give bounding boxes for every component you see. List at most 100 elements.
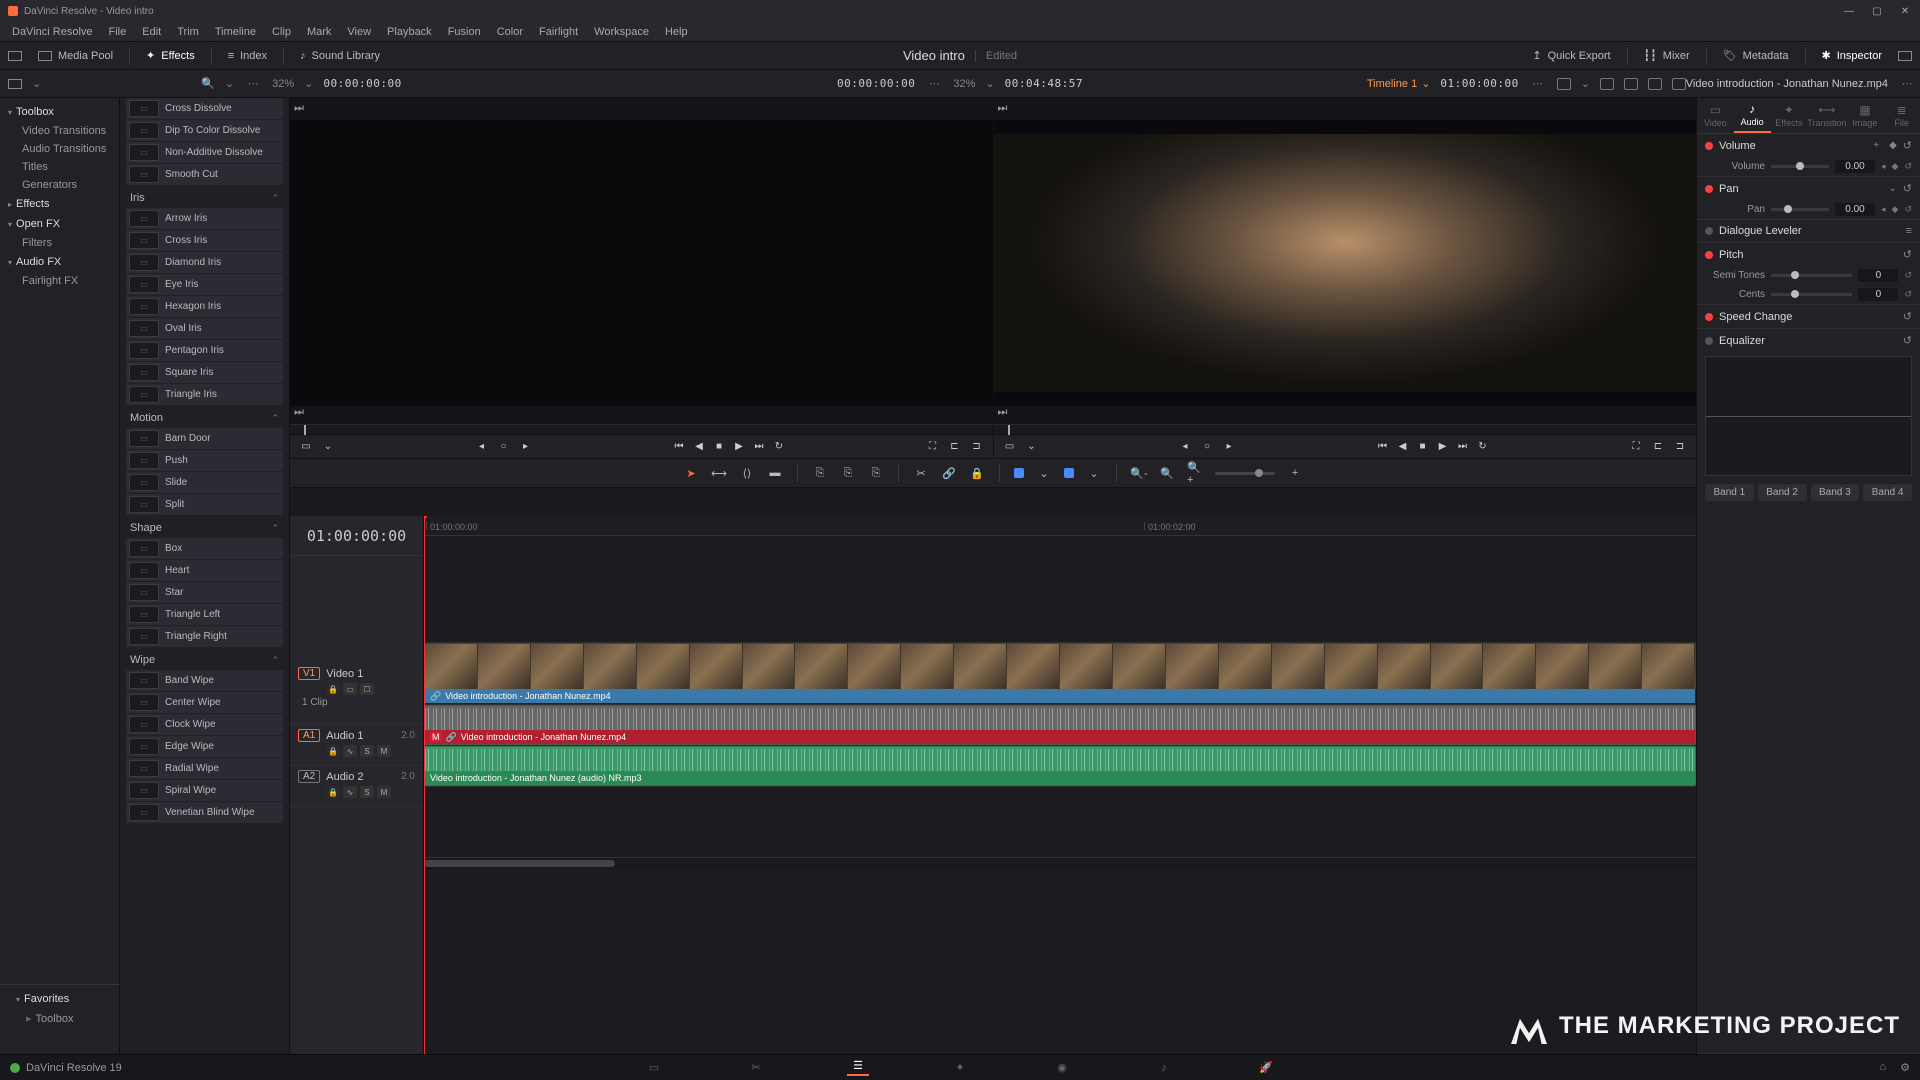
page-cut[interactable]: ✂ — [745, 1060, 767, 1076]
v1-badge[interactable]: V1 — [298, 667, 320, 680]
eq-band-1[interactable]: Band 1 — [1705, 484, 1754, 501]
group-wipe[interactable]: Wipe⌃ — [120, 648, 289, 670]
pan-slider[interactable] — [1771, 208, 1829, 211]
menu-workspace[interactable]: Workspace — [586, 26, 657, 38]
tab-video[interactable]: ▭Video — [1697, 98, 1734, 133]
pan-reset[interactable]: ↺ — [1904, 204, 1912, 215]
src-prev-frame[interactable]: ◀ — [693, 441, 705, 452]
fx-item[interactable]: ▭Eye Iris — [126, 274, 283, 295]
a1-lock[interactable]: 🔒 — [326, 745, 340, 757]
cents-value[interactable]: 0 — [1858, 288, 1898, 301]
src-full[interactable]: ⛶ — [927, 441, 939, 452]
fx-item[interactable]: ▭Radial Wipe — [126, 758, 283, 779]
insert-clip[interactable]: ⎘ — [812, 466, 828, 480]
rec-zoom-dropdown[interactable]: ⌄ — [985, 77, 994, 90]
sound-library-button[interactable]: ♪Sound Library — [300, 50, 380, 62]
page-color[interactable]: ◉ — [1051, 1060, 1073, 1076]
eq-band-2[interactable]: Band 2 — [1758, 484, 1807, 501]
menu-clip[interactable]: Clip — [264, 26, 299, 38]
volume-value[interactable]: 0.00 — [1835, 160, 1875, 173]
zoom-in[interactable]: 🔍+ — [1187, 466, 1203, 480]
a2-lock[interactable]: 🔒 — [326, 786, 340, 798]
trim-tool[interactable]: ⟷ — [711, 466, 727, 480]
fx-item[interactable]: ▭Triangle Iris — [126, 384, 283, 405]
src-loop[interactable]: ↻ — [773, 441, 785, 452]
nav-fairlightfx[interactable]: Fairlight FX — [0, 272, 119, 290]
src-zoom-pct[interactable]: 32% — [272, 78, 294, 90]
fx-item[interactable]: ▭Star — [126, 582, 283, 603]
menu-file[interactable]: File — [101, 26, 135, 38]
page-deliver[interactable]: 🚀 — [1255, 1060, 1277, 1076]
section-pan[interactable]: Pan⌄↺ — [1697, 177, 1920, 200]
timeline-canvas[interactable] — [994, 120, 1697, 406]
audio2-clip[interactable]: Video introduction - Jonathan Nunez (aud… — [424, 746, 1696, 786]
zoom-fit[interactable]: 🔍 — [1159, 466, 1175, 480]
menu-timeline[interactable]: Timeline — [207, 26, 264, 38]
track-head-a2[interactable]: A2Audio 22.0 🔒∿SM — [290, 766, 423, 807]
a2-solo[interactable]: S — [360, 786, 374, 798]
src-view-mode[interactable]: ▭ — [300, 441, 312, 452]
group-shape[interactable]: Shape⌃ — [120, 516, 289, 538]
lock-tool[interactable]: 🔒 — [969, 466, 985, 480]
tl-play[interactable]: ▶ — [1437, 441, 1449, 452]
pan-kf[interactable]: ◆ — [1892, 204, 1899, 215]
pan-kf-prev[interactable]: ◂ — [1881, 204, 1886, 215]
pan-drop[interactable]: ⌄ — [1888, 183, 1896, 194]
src-last-frame[interactable]: ⏭ — [753, 441, 765, 452]
fx-item[interactable]: ▭Oval Iris — [126, 318, 283, 339]
source-scrubber[interactable] — [290, 424, 993, 434]
semitones-slider[interactable] — [1771, 274, 1852, 277]
nav-generators[interactable]: Generators — [0, 176, 119, 194]
fx-item[interactable]: ▭Non-Additive Dissolve — [126, 142, 283, 163]
fx-item[interactable]: ▭Box — [126, 538, 283, 559]
menu-playback[interactable]: Playback — [379, 26, 440, 38]
group-motion[interactable]: Motion⌃ — [120, 406, 289, 428]
menu-view[interactable]: View — [339, 26, 379, 38]
tl-jog[interactable]: ○ — [1201, 441, 1213, 452]
view-opt-4[interactable] — [1648, 78, 1662, 90]
audio-lane-1[interactable]: M🔗Video introduction - Jonathan Nunez.mp… — [424, 705, 1696, 746]
video-lane-1[interactable]: 🔗Video introduction - Jonathan Nunez.mp4 — [424, 643, 1696, 705]
blade-tool[interactable]: ▬ — [767, 466, 783, 480]
tl-in[interactable]: ⊏ — [1652, 441, 1664, 452]
panel-toggle-right[interactable] — [1898, 51, 1912, 61]
menu-fairlight[interactable]: Fairlight — [531, 26, 586, 38]
rec-zoom-pct[interactable]: 32% — [953, 78, 975, 90]
nav-openfx[interactable]: ▾Open FX — [0, 214, 119, 234]
timeline-timecode[interactable]: 01:00:00:00 — [290, 516, 423, 556]
src-options[interactable]: ⋯ — [925, 77, 943, 90]
tab-audio[interactable]: ♪Audio — [1734, 98, 1771, 133]
tl-full[interactable]: ⛶ — [1630, 441, 1642, 452]
v1-lock[interactable]: 🔒 — [326, 683, 340, 695]
fx-item[interactable]: ▭Arrow Iris — [126, 208, 283, 229]
video-clip[interactable]: 🔗Video introduction - Jonathan Nunez.mp4 — [424, 643, 1696, 690]
menu-trim[interactable]: Trim — [169, 26, 207, 38]
src-in[interactable]: ⊏ — [949, 441, 961, 452]
media-pool-button[interactable]: Media Pool — [38, 50, 113, 62]
reset-eq[interactable]: ↺ — [1903, 334, 1912, 347]
semitones-value[interactable]: 0 — [1858, 269, 1898, 282]
tl-first-frame[interactable]: ⏮ — [1377, 441, 1389, 452]
nav-fav-toolbox[interactable]: ▸Toolbox — [8, 1009, 112, 1028]
flag-drop[interactable]: ⌄ — [1036, 466, 1052, 480]
add-kf[interactable]: + — [1873, 140, 1879, 151]
tl-last-frame[interactable]: ⏭ — [1457, 441, 1469, 452]
prev-edit-icon[interactable]: ⏭ — [294, 406, 312, 420]
page-media[interactable]: ▭ — [643, 1060, 665, 1076]
left-options[interactable]: ⋯ — [244, 77, 262, 90]
group-iris[interactable]: Iris⌃ — [120, 186, 289, 208]
track-head-a1[interactable]: A1Audio 12.0 🔒∿SM — [290, 725, 423, 766]
fx-item[interactable]: ▭Cross Iris — [126, 230, 283, 251]
tl-prev-edit-icon[interactable]: ⏭ — [998, 406, 1016, 420]
track-head-v1[interactable]: V1Video 1 🔒▭☐ 1 Clip — [290, 663, 423, 725]
collapse-icon[interactable]: ⌃ — [271, 523, 279, 534]
fx-item[interactable]: ▭Edge Wipe — [126, 736, 283, 757]
quick-export-button[interactable]: ↥Quick Export — [1532, 49, 1610, 62]
menu-edit[interactable]: Edit — [134, 26, 169, 38]
marker-drop[interactable]: ⌄ — [1086, 466, 1102, 480]
sort-dropdown[interactable]: ⌄ — [225, 77, 234, 90]
v1-thumb[interactable]: ▭ — [343, 683, 357, 695]
fx-item[interactable]: ▭Venetian Blind Wipe — [126, 802, 283, 823]
tl-stop[interactable]: ■ — [1417, 441, 1429, 452]
nav-effects[interactable]: ▸Effects — [0, 194, 119, 214]
